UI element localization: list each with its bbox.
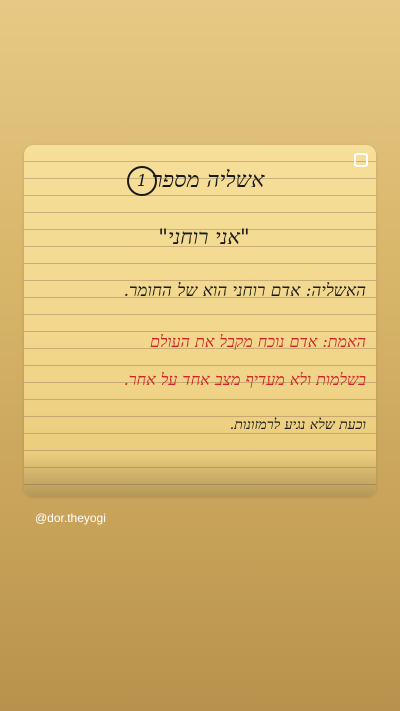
note-subtitle: "אני רוחני" <box>158 225 250 249</box>
square-icon[interactable] <box>354 153 368 167</box>
photo-shadow <box>24 454 376 496</box>
truth-line-1: האמת: אדם נוכח מקבל את העולם <box>149 332 366 351</box>
lined-paper <box>24 145 376 496</box>
mention-tag[interactable]: @dor.theyogi <box>35 511 106 525</box>
truth-line-2: בשלמות ולא מעדיף מצב אחד על אחר. <box>123 370 366 389</box>
closing-line: וכעת שלא נגיע לרמזונות. <box>229 417 366 433</box>
belief-line: האשליה: אדם רוחני הוא של החומר. <box>123 281 366 301</box>
note-image-card[interactable]: אשליה מספר 1 "אני רוחני" האשליה: אדם רוח… <box>24 145 376 496</box>
note-number-circle: 1 <box>127 166 157 196</box>
